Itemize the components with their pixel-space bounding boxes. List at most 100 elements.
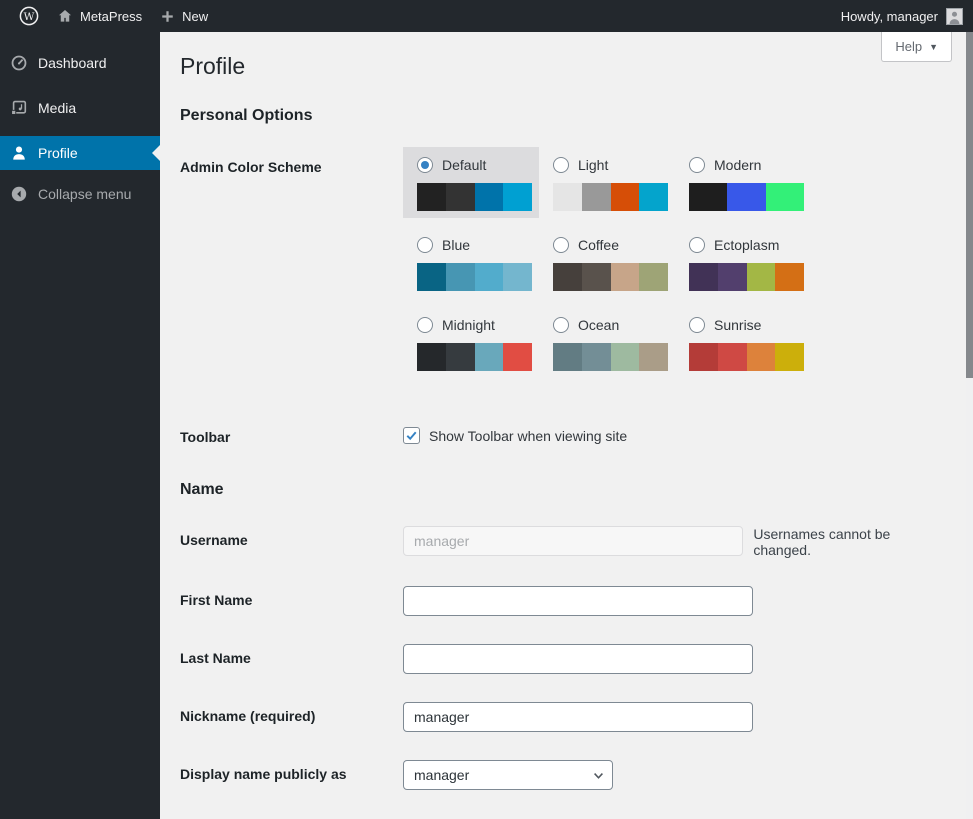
color-swatch: [446, 343, 475, 371]
wordpress-logo-icon: W: [19, 6, 39, 26]
color-scheme-option-label: Light: [578, 157, 608, 173]
color-scheme-radio-coffee[interactable]: [553, 237, 569, 253]
color-scheme-radio-default[interactable]: [417, 157, 433, 173]
color-scheme-option-label: Ocean: [578, 317, 619, 333]
site-name-link[interactable]: MetaPress: [48, 0, 151, 32]
color-scheme-option-label: Ectoplasm: [714, 237, 779, 253]
scrollbar-thumb[interactable]: [966, 32, 973, 378]
color-palette: [417, 263, 532, 291]
plus-icon: [160, 9, 175, 24]
show-toolbar-checkbox-label: Show Toolbar when viewing site: [429, 428, 627, 444]
color-palette: [689, 343, 804, 371]
color-scheme-radio-sunrise[interactable]: [689, 317, 705, 333]
user-icon: [0, 144, 38, 162]
color-scheme-option-ocean[interactable]: Ocean: [539, 307, 675, 378]
admin-color-scheme-label: Admin Color Scheme: [180, 147, 403, 387]
nickname-input[interactable]: [403, 702, 753, 732]
color-swatch: [747, 263, 776, 291]
color-scheme-option-coffee[interactable]: Coffee: [539, 227, 675, 298]
username-input: [403, 526, 743, 556]
color-scheme-radio-modern[interactable]: [689, 157, 705, 173]
sidebar-item-label: Media: [38, 100, 76, 116]
new-label: New: [182, 9, 208, 24]
color-swatch: [503, 343, 532, 371]
help-button[interactable]: Help ▼: [881, 32, 952, 62]
color-swatch: [582, 263, 611, 291]
first-name-input[interactable]: [403, 586, 753, 616]
color-swatch: [553, 343, 582, 371]
color-scheme-option-modern[interactable]: Modern: [675, 147, 811, 218]
color-scheme-radio-light[interactable]: [553, 157, 569, 173]
color-scheme-radio-blue[interactable]: [417, 237, 433, 253]
color-swatch: [417, 343, 446, 371]
first-name-label: First Name: [180, 586, 403, 616]
color-swatch: [718, 343, 747, 371]
color-scheme-radio-ocean[interactable]: [553, 317, 569, 333]
media-icon: [0, 99, 38, 117]
color-swatch: [639, 343, 668, 371]
site-name-label: MetaPress: [80, 9, 142, 24]
nickname-row: Nickname (required): [180, 702, 946, 732]
sidebar-item-label: Collapse menu: [38, 186, 131, 202]
show-toolbar-checkbox[interactable]: [403, 427, 420, 444]
color-swatch: [446, 183, 475, 211]
color-palette: [553, 343, 668, 371]
color-scheme-option-light[interactable]: Light: [539, 147, 675, 218]
color-swatch: [417, 263, 446, 291]
wordpress-menu-button[interactable]: W: [10, 0, 48, 32]
last-name-input[interactable]: [403, 644, 753, 674]
color-scheme-option-midnight[interactable]: Midnight: [403, 307, 539, 378]
username-row: Username Usernames cannot be changed.: [180, 526, 946, 558]
color-swatch: [747, 343, 776, 371]
color-scheme-radio-midnight[interactable]: [417, 317, 433, 333]
sidebar-item-label: Profile: [38, 145, 78, 161]
color-scheme-radio-ectoplasm[interactable]: [689, 237, 705, 253]
color-swatch: [689, 183, 727, 211]
sidebar-item-profile[interactable]: Profile: [0, 136, 160, 170]
color-scheme-option-label: Midnight: [442, 317, 495, 333]
svg-text:W: W: [24, 11, 35, 23]
sidebar-item-collapse-menu[interactable]: Collapse menu: [0, 177, 160, 211]
color-scheme-option-blue[interactable]: Blue: [403, 227, 539, 298]
color-scheme-option-ectoplasm[interactable]: Ectoplasm: [675, 227, 811, 298]
vertical-scrollbar[interactable]: [966, 32, 973, 819]
display-name-select[interactable]: manager: [403, 760, 613, 790]
new-button[interactable]: New: [151, 0, 217, 32]
color-palette: [689, 183, 804, 211]
sidebar-item-dashboard[interactable]: Dashboard: [0, 46, 160, 80]
admin-color-scheme-row: Admin Color Scheme Default Light Modern Blu…: [180, 147, 946, 387]
last-name-label: Last Name: [180, 644, 403, 674]
color-swatch: [553, 263, 582, 291]
color-swatch: [503, 263, 532, 291]
color-scheme-option-default[interactable]: Default: [403, 147, 539, 218]
color-palette: [417, 343, 532, 371]
help-dropdown-icon: ▼: [929, 42, 938, 52]
toolbar-label: Toolbar: [180, 423, 403, 445]
color-scheme-option-sunrise[interactable]: Sunrise: [675, 307, 811, 378]
account-menu[interactable]: Howdy, manager: [841, 0, 973, 32]
color-swatch: [503, 183, 532, 211]
color-swatch: [611, 263, 640, 291]
color-swatch: [766, 183, 804, 211]
admin-bar: W MetaPress New Howdy, manager: [0, 0, 973, 32]
color-palette: [553, 263, 668, 291]
color-swatch: [689, 343, 718, 371]
color-palette: [417, 183, 532, 211]
color-swatch: [582, 343, 611, 371]
sidebar-item-media[interactable]: Media: [0, 91, 160, 125]
color-swatch: [417, 183, 446, 211]
help-label: Help: [895, 39, 922, 54]
dashboard-icon: [0, 54, 38, 72]
display-name-label: Display name publicly as: [180, 760, 403, 790]
display-name-row: Display name publicly as manager: [180, 760, 946, 790]
color-swatch: [775, 343, 804, 371]
color-scheme-option-label: Sunrise: [714, 317, 761, 333]
main-content: Help ▼ Profile Personal Options Admin Co…: [160, 32, 966, 819]
color-swatch: [553, 183, 582, 211]
home-icon: [57, 8, 73, 24]
last-name-row: Last Name: [180, 644, 946, 674]
color-swatch: [611, 343, 640, 371]
section-personal-options: Personal Options: [180, 107, 946, 125]
show-toolbar-option[interactable]: Show Toolbar when viewing site: [403, 423, 627, 445]
color-scheme-option-label: Modern: [714, 157, 761, 173]
